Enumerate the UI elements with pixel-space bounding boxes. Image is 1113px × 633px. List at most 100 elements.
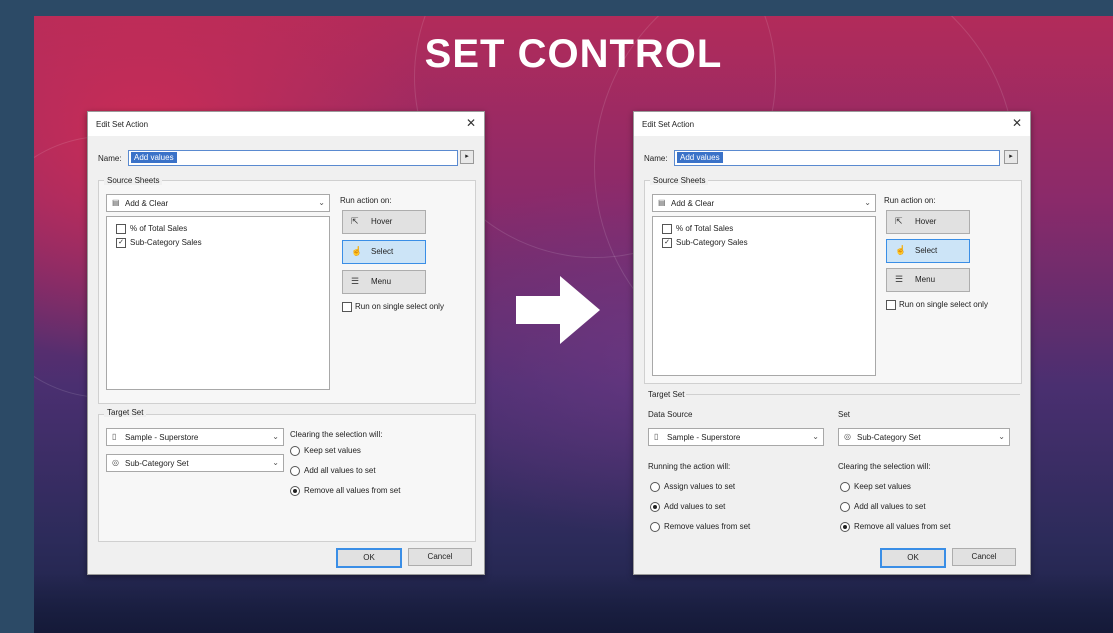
edit-set-action-dialog-left: Edit Set Action ✕ Name: Add values ▸ Sou… — [87, 111, 485, 575]
play-icon: ▸ — [465, 153, 469, 160]
single-select-checkbox[interactable] — [886, 300, 896, 310]
select-button-label: Select — [915, 246, 938, 255]
database-icon: ▯ — [112, 432, 117, 441]
name-label: Name: — [644, 154, 668, 163]
single-select-checkbox[interactable] — [342, 302, 352, 312]
radio-label: Remove all values from set — [854, 522, 951, 531]
target-set-divider — [686, 394, 1020, 395]
radio-assign-values[interactable] — [650, 482, 660, 492]
edit-set-action-dialog-right: Edit Set Action ✕ Name: Add values ▸ Sou… — [633, 111, 1031, 575]
source-sheets-label: Source Sheets — [104, 176, 163, 185]
hover-button[interactable]: ⇱ Hover — [342, 210, 426, 234]
dialog-title: Edit Set Action — [96, 120, 149, 129]
single-select-label: Run on single select only — [899, 300, 988, 309]
mountain-silhouette — [34, 573, 1113, 633]
clearing-label: Clearing the selection will: — [838, 462, 931, 471]
set-dropdown[interactable]: ◎ Sub-Category Set ⌄ — [838, 428, 1010, 446]
select-button[interactable]: ☝ Select — [886, 239, 970, 263]
menu-icon: ☰ — [895, 274, 904, 284]
sheet-label: Sub-Category Sales — [130, 238, 202, 247]
radio-label: Add all values to set — [854, 502, 926, 511]
radio-label: Add all values to set — [304, 466, 376, 475]
radio-add-all[interactable] — [290, 466, 300, 476]
chevron-down-icon: ⌄ — [998, 432, 1005, 441]
name-value: Add values — [131, 152, 177, 163]
set-label: Set — [838, 410, 851, 419]
chevron-down-icon: ⌄ — [812, 432, 819, 441]
cancel-button[interactable]: Cancel — [952, 548, 1016, 566]
radio-label: Remove all values from set — [304, 486, 401, 495]
name-value: Add values — [677, 152, 723, 163]
data-source-label: Data Source — [648, 410, 693, 419]
select-button[interactable]: ☝ Select — [342, 240, 426, 264]
ok-button[interactable]: OK — [336, 548, 402, 568]
dialog-titlebar: Edit Set Action ✕ — [88, 112, 484, 136]
hover-button[interactable]: ⇱ Hover — [886, 210, 970, 234]
close-icon[interactable]: ✕ — [1012, 116, 1022, 130]
sheet-checkbox-subcategory[interactable]: ✓ — [116, 238, 126, 248]
clearing-label: Clearing the selection will: — [290, 430, 383, 439]
radio-keep-values[interactable] — [290, 446, 300, 456]
select-button-label: Select — [371, 247, 394, 256]
insert-field-button[interactable]: ▸ — [1004, 150, 1018, 164]
source-dropdown[interactable]: ▤ Add & Clear ⌄ — [652, 194, 876, 212]
radio-label: Add values to set — [664, 502, 726, 511]
select-icon: ☝ — [895, 245, 907, 255]
target-set-dropdown[interactable]: ◎ Sub-Category Set ⌄ — [106, 454, 284, 472]
source-dropdown-value: Add & Clear — [671, 199, 715, 208]
select-icon: ☝ — [351, 246, 363, 256]
radio-label: Assign values to set — [664, 482, 736, 491]
data-source-value: Sample - Superstore — [667, 433, 741, 442]
radio-add-values[interactable] — [650, 502, 660, 512]
radio-keep-values[interactable] — [840, 482, 850, 492]
set-icon: ◎ — [112, 458, 119, 467]
sheet-label: % of Total Sales — [130, 224, 188, 233]
sheet-checkbox-pct-total[interactable] — [662, 224, 672, 234]
sheet-checkbox-pct-total[interactable] — [116, 224, 126, 234]
radio-remove-all[interactable] — [290, 486, 300, 496]
run-action-label: Run action on: — [884, 196, 936, 205]
name-input[interactable]: Add values — [674, 150, 1000, 166]
target-set-label: Target Set — [104, 408, 147, 417]
chevron-down-icon: ⌄ — [864, 198, 871, 207]
target-source-value: Sample - Superstore — [125, 433, 199, 442]
menu-icon: ☰ — [351, 276, 360, 286]
play-icon: ▸ — [1009, 153, 1013, 160]
dialog-title: Edit Set Action — [642, 120, 695, 129]
name-label: Name: — [98, 154, 122, 163]
insert-field-button[interactable]: ▸ — [460, 150, 474, 164]
radio-remove-all[interactable] — [840, 522, 850, 532]
radio-label: Keep set values — [304, 446, 361, 455]
target-set-value: Sub-Category Set — [125, 459, 189, 468]
name-input[interactable]: Add values — [128, 150, 458, 166]
source-dropdown-value: Add & Clear — [125, 199, 169, 208]
sheet-icon: ▤ — [658, 198, 666, 207]
radio-add-all[interactable] — [840, 502, 850, 512]
check-icon: ✓ — [118, 239, 124, 246]
target-set-label: Target Set — [648, 390, 685, 399]
ok-button[interactable]: OK — [880, 548, 946, 568]
check-icon: ✓ — [664, 239, 670, 246]
arrow-right-icon — [516, 276, 600, 344]
source-sheets-label: Source Sheets — [650, 176, 709, 185]
source-dropdown[interactable]: ▤ Add & Clear ⌄ — [106, 194, 330, 212]
dialog-titlebar: Edit Set Action ✕ — [634, 112, 1030, 136]
single-select-label: Run on single select only — [355, 302, 444, 311]
sheet-checkbox-subcategory[interactable]: ✓ — [662, 238, 672, 248]
cancel-button[interactable]: Cancel — [408, 548, 472, 566]
menu-button[interactable]: ☰ Menu — [886, 268, 970, 292]
radio-label: Keep set values — [854, 482, 911, 491]
hover-button-label: Hover — [371, 217, 393, 226]
slide-title: SET CONTROL — [424, 32, 723, 76]
menu-button[interactable]: ☰ Menu — [342, 270, 426, 294]
hover-button-label: Hover — [915, 217, 937, 226]
running-label: Running the action will: — [648, 462, 731, 471]
radio-label: Remove values from set — [664, 522, 751, 531]
radio-remove-values[interactable] — [650, 522, 660, 532]
close-icon[interactable]: ✕ — [466, 116, 476, 130]
chevron-down-icon: ⌄ — [272, 458, 279, 467]
sheet-label: Sub-Category Sales — [676, 238, 748, 247]
data-source-dropdown[interactable]: ▯ Sample - Superstore ⌄ — [648, 428, 824, 446]
hover-icon: ⇱ — [351, 216, 359, 226]
target-source-dropdown[interactable]: ▯ Sample - Superstore ⌄ — [106, 428, 284, 446]
